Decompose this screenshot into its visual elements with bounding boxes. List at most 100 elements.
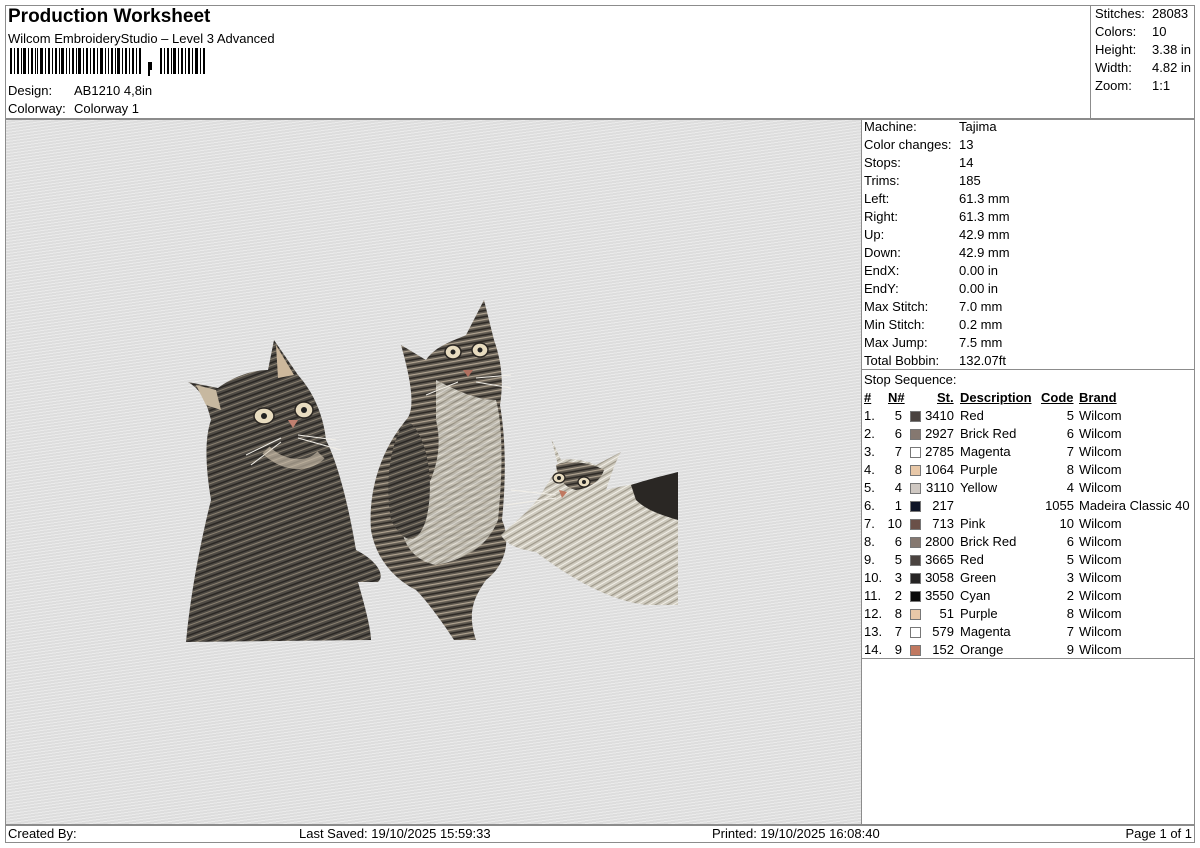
color-description: Pink — [960, 516, 986, 531]
stop-index: 10. — [864, 570, 883, 585]
stitch-count: 2927 — [925, 426, 954, 441]
summary-key: Stitches: — [1095, 6, 1145, 21]
thread-code: 7 — [1066, 624, 1074, 639]
machine-key: Machine: — [864, 119, 917, 134]
stop-row: 9. 5 3665 Red 5 Wilcom — [864, 552, 1194, 570]
col-header-description: Description — [960, 390, 1032, 405]
stitch-count: 1064 — [925, 462, 954, 477]
needle-number: 6 — [894, 426, 902, 441]
color-swatch — [910, 429, 921, 440]
thread-code: 9 — [1066, 642, 1074, 657]
stop-index: 1. — [864, 408, 875, 423]
summary-value: 4.82 in — [1152, 60, 1192, 75]
stitch-count: 713 — [932, 516, 954, 531]
color-description: Brick Red — [960, 534, 1017, 549]
machine-row: Right: 61.3 mm — [864, 209, 1010, 224]
machine-key: Max Jump: — [864, 335, 928, 350]
thread-code: 7 — [1066, 444, 1074, 459]
needle-number: 7 — [894, 624, 902, 639]
color-description: Magenta — [960, 444, 1011, 459]
stop-index: 6. — [864, 498, 875, 513]
col-header-stitches: St. — [937, 390, 954, 405]
machine-key: Down: — [864, 245, 901, 260]
machine-value: 42.9 mm — [959, 227, 1010, 242]
thread-brand: Wilcom — [1079, 606, 1122, 621]
needle-number: 6 — [894, 534, 902, 549]
summary-value: 3.38 in — [1152, 42, 1192, 57]
needle-number: 5 — [894, 408, 902, 423]
needle-number: 7 — [894, 444, 902, 459]
machine-row: EndX: 0.00 in — [864, 263, 998, 278]
machine-value: 7.5 mm — [959, 335, 1003, 350]
color-swatch — [910, 645, 921, 656]
thread-brand: Wilcom — [1079, 552, 1122, 567]
summary-value: 10 — [1152, 24, 1167, 39]
stop-row: 7. 10 713 Pink 10 Wilcom — [864, 516, 1194, 534]
stitch-count: 3665 — [925, 552, 954, 567]
summary-key: Height: — [1095, 42, 1137, 57]
thread-code: 5 — [1066, 552, 1074, 567]
machine-value: 7.0 mm — [959, 299, 1003, 314]
needle-number: 2 — [894, 588, 902, 603]
machine-row: Total Bobbin: 132.07ft — [864, 353, 1006, 368]
color-description: Red — [960, 408, 984, 423]
color-swatch — [910, 609, 921, 620]
stop-row: 6. 1 217 1055 Madeira Classic 40 — [864, 498, 1194, 516]
stop-index: 7. — [864, 516, 875, 531]
color-description: Purple — [960, 606, 998, 621]
stitch-count: 217 — [932, 498, 954, 513]
stop-row: 10. 3 3058 Green 3 Wilcom — [864, 570, 1194, 588]
needle-number: 8 — [894, 606, 902, 621]
thread-brand: Wilcom — [1079, 570, 1122, 585]
thread-code: 10 — [1059, 516, 1074, 531]
stitch-count: 579 — [932, 624, 954, 639]
summary-key: Colors: — [1095, 24, 1137, 39]
thread-code: 2 — [1066, 588, 1074, 603]
color-description: Cyan — [960, 588, 991, 603]
machine-row: Up: 42.9 mm — [864, 227, 1010, 242]
cat-middle — [370, 300, 512, 640]
color-description: Green — [960, 570, 997, 585]
machine-row: Stops: 14 — [864, 155, 973, 170]
stitch-count: 51 — [939, 606, 954, 621]
col-header-needle: N# — [888, 390, 905, 405]
color-swatch — [910, 555, 921, 566]
color-swatch — [910, 411, 921, 422]
design-preview — [5, 119, 862, 825]
machine-row: EndY: 0.00 in — [864, 281, 998, 296]
machine-value: 61.3 mm — [959, 191, 1010, 206]
machine-row: Color changes: 13 — [864, 137, 973, 152]
software-subtitle: Wilcom EmbroideryStudio – Level 3 Advanc… — [8, 31, 275, 46]
machine-row: Trims: 185 — [864, 173, 981, 188]
machine-value: 13 — [959, 137, 974, 152]
stop-row: 5. 4 3110 Yellow 4 Wilcom — [864, 480, 1194, 498]
machine-key: Color changes: — [864, 137, 952, 152]
barcode-icon — [10, 48, 205, 76]
machine-key: Stops: — [864, 155, 901, 170]
thread-brand: Wilcom — [1079, 516, 1122, 531]
color-swatch — [910, 627, 921, 638]
thread-code: 8 — [1066, 606, 1074, 621]
summary-row: Stitches: 28083 — [1095, 6, 1188, 21]
thread-brand: Wilcom — [1079, 426, 1122, 441]
stop-row: 8. 6 2800 Brick Red 6 Wilcom — [864, 534, 1194, 552]
col-header-index: # — [864, 390, 872, 405]
stop-row: 3. 7 2785 Magenta 7 Wilcom — [864, 444, 1194, 462]
machine-key: Total Bobbin: — [864, 353, 940, 368]
machine-value: 132.07ft — [959, 353, 1006, 368]
colorway-value: Colorway 1 — [74, 101, 140, 116]
stitch-count: 2785 — [925, 444, 954, 459]
stop-row: 1. 5 3410 Red 5 Wilcom — [864, 408, 1194, 426]
stop-row: 4. 8 1064 Purple 8 Wilcom — [864, 462, 1194, 480]
color-description: Purple — [960, 462, 998, 477]
created-by: Created By: — [8, 826, 77, 841]
last-saved: Last Saved: 19/10/2025 15:59:33 — [299, 826, 491, 841]
needle-number: 1 — [894, 498, 902, 513]
thread-code: 6 — [1066, 426, 1074, 441]
thread-code: 6 — [1066, 534, 1074, 549]
summary-key: Zoom: — [1095, 78, 1132, 93]
summary-value: 1:1 — [1152, 78, 1171, 93]
page-number: Page 1 of 1 — [1125, 826, 1193, 841]
colorway-label: Colorway: — [8, 101, 66, 116]
thread-brand: Wilcom — [1079, 642, 1122, 657]
